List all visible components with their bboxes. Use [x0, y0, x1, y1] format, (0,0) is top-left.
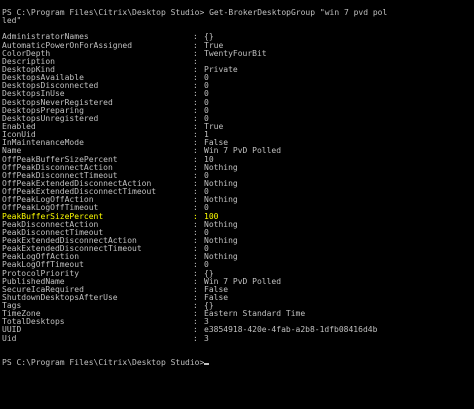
property-row: TimeZone: Eastern Standard Time — [2, 310, 472, 318]
property-row: UUID: e3854918-420e-4fab-a2b8-1dfb08416d4… — [2, 326, 472, 334]
property-value: Win 7 PvD Polled — [204, 146, 282, 156]
property-value: Nothing — [204, 235, 238, 245]
property-value: Private — [204, 64, 238, 74]
property-value: Nothing — [204, 252, 238, 262]
property-value: e3854918-420e-4fab-a2b8-1dfb08416d4b — [204, 325, 378, 335]
text-cursor — [204, 363, 210, 366]
property-list: AdministratorNames:{} AutomaticPowerOnFor… — [2, 33, 472, 343]
property-row: DesktopsDisconnected:0 — [2, 82, 472, 90]
prompt-line[interactable]: PS C:\Program Files\Citrix\Desktop Studi… — [2, 359, 472, 367]
command-line-2: led" — [2, 17, 22, 26]
property-separator: : — [193, 333, 198, 343]
command-line-1: PS C:\Program Files\Citrix\Desktop Studi… — [2, 9, 388, 17]
property-value: TwentyFourBit — [204, 48, 267, 58]
property-name: Uid — [2, 333, 17, 343]
property-value: Eastern Standard Time — [204, 309, 306, 319]
property-row: Uid:3 — [2, 333, 472, 343]
property-row: ColorDepth: TwentyFourBit — [2, 48, 472, 58]
property-row: Enabled: True — [2, 122, 472, 131]
property-value: Nothing — [204, 219, 238, 229]
property-value: Nothing — [204, 178, 238, 188]
property-row: ShutdownDesktopsAfterUse: False — [2, 293, 472, 302]
powershell-console-output[interactable]: PS C:\Program Files\Citrix\Desktop Studi… — [2, 9, 472, 409]
property-value: Nothing — [204, 162, 238, 172]
property-value: 3 — [204, 333, 209, 343]
property-value: Nothing — [204, 195, 238, 205]
final-prompt: PS C:\Program Files\Citrix\Desktop Studi… — [2, 359, 205, 368]
property-row: DesktopsUnregistered:0 — [2, 114, 472, 123]
